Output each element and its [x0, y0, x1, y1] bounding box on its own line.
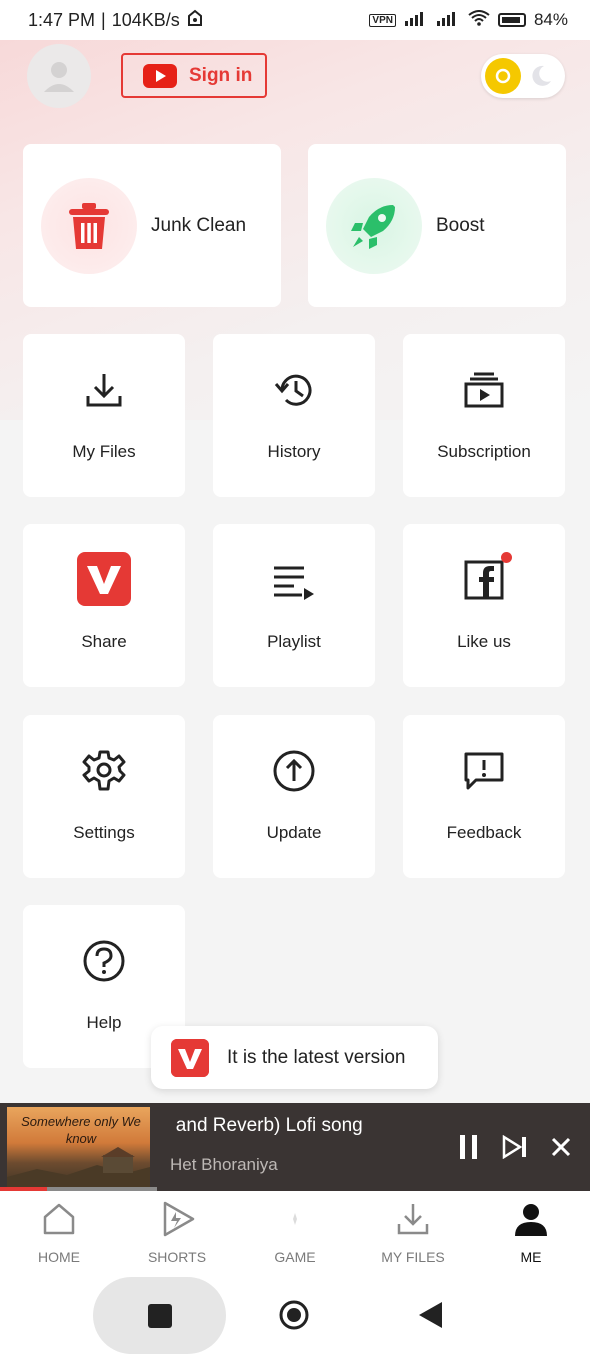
back-icon: [419, 1302, 442, 1328]
next-button[interactable]: [501, 1133, 529, 1161]
help-icon: [82, 939, 126, 983]
hotspot-icon: [186, 9, 204, 32]
close-button[interactable]: [547, 1133, 575, 1161]
nav-item-game[interactable]: GAME: [236, 1191, 354, 1273]
subscription-icon: [462, 368, 506, 412]
tile-history[interactable]: History: [213, 334, 375, 497]
rocket-icon: [351, 204, 395, 249]
feedback-icon: [462, 749, 506, 793]
player-title: and Reverb) Lofi song: [172, 1115, 363, 1136]
thumbnail-scenery: [7, 1147, 150, 1187]
youtube-icon: [143, 63, 177, 88]
signal-icon: [404, 10, 428, 31]
signal-icon: [436, 10, 460, 31]
avatar[interactable]: [27, 44, 91, 108]
recents-icon: [147, 1303, 172, 1328]
tile-label: Help: [86, 1013, 122, 1032]
nav-label: MY FILES: [381, 1249, 445, 1265]
tile-label: Share: [81, 632, 127, 651]
thumbnail-caption: Somewhere only We know: [21, 1114, 141, 1146]
vidmate-logo-icon: [77, 552, 131, 606]
tile-label: My Files: [72, 442, 136, 461]
update-arrow-icon: [272, 749, 316, 793]
recents-button[interactable]: [93, 1277, 226, 1354]
nav-item-shorts[interactable]: SHORTS: [118, 1191, 236, 1273]
nav-item-me[interactable]: ME: [472, 1191, 590, 1273]
tile-label: History: [267, 442, 321, 461]
home-icon: [41, 1201, 77, 1237]
theme-toggle[interactable]: [481, 54, 565, 98]
wifi-icon: [468, 9, 490, 31]
vpn-badge: VPN: [369, 13, 396, 27]
home-circle-icon: [279, 1300, 309, 1330]
home-button[interactable]: [278, 1299, 310, 1331]
toast: It is the latest version: [151, 1026, 438, 1089]
close-icon: [551, 1137, 571, 1157]
nav-label: GAME: [274, 1249, 316, 1265]
player-thumbnail[interactable]: Somewhere only We know: [7, 1107, 150, 1187]
tile-settings[interactable]: Settings: [23, 715, 185, 878]
tile-my-files[interactable]: My Files: [23, 334, 185, 497]
facebook-icon: [462, 552, 512, 602]
tile-feedback[interactable]: Feedback: [403, 715, 565, 878]
tile-label: Update: [266, 823, 322, 842]
player-artist: Het Bhoraniya: [170, 1155, 278, 1174]
notification-dot: [501, 552, 512, 563]
tile-label: Playlist: [267, 632, 321, 651]
playlist-icon: [272, 558, 316, 602]
download-icon: [395, 1201, 431, 1237]
status-bar: 1:47 PM | 104KB/s VPN 84%: [0, 0, 590, 40]
nav-item-my-files[interactable]: MY FILES: [354, 1191, 472, 1273]
shorts-icon: [159, 1201, 195, 1237]
junk-clean-card[interactable]: Junk Clean: [23, 144, 281, 307]
boost-card[interactable]: Boost: [308, 144, 566, 307]
moon-icon: [529, 64, 553, 88]
tile-subscription[interactable]: Subscription: [403, 334, 565, 497]
bottom-nav: HOME SHORTS GAME MY FILES ME: [0, 1191, 590, 1273]
toast-text: It is the latest version: [227, 1046, 406, 1068]
sign-in-button[interactable]: Sign in: [121, 53, 267, 98]
trash-icon: [69, 202, 109, 249]
junk-clean-label: Junk Clean: [151, 214, 247, 236]
boost-icon-circle: [326, 177, 422, 274]
junk-clean-icon-circle: [41, 177, 137, 274]
battery-percent: 84%: [533, 10, 568, 29]
next-icon: [502, 1135, 526, 1159]
sun-icon: [485, 58, 521, 94]
back-button[interactable]: [414, 1299, 446, 1331]
nav-label: ME: [520, 1249, 542, 1265]
status-left: 1:47 PM | 104KB/s: [28, 9, 204, 32]
game-icon: [277, 1201, 313, 1237]
vidmate-logo-icon: [171, 1038, 209, 1077]
person-icon: [44, 62, 74, 92]
tile-update[interactable]: Update: [213, 715, 375, 878]
boost-label: Boost: [436, 214, 485, 236]
nav-item-home[interactable]: HOME: [0, 1191, 118, 1273]
history-icon: [272, 368, 316, 412]
status-time: 1:47 PM: [28, 9, 96, 30]
nav-label: SHORTS: [147, 1249, 207, 1265]
tile-share[interactable]: Share: [23, 524, 185, 687]
tile-label: Like us: [457, 632, 511, 651]
download-icon: [82, 368, 126, 412]
tile-like-us[interactable]: Like us: [403, 524, 565, 687]
tile-label: Subscription: [437, 442, 531, 461]
sign-in-label: Sign in: [189, 64, 253, 86]
tile-playlist[interactable]: Playlist: [213, 524, 375, 687]
battery-icon: [497, 13, 526, 27]
pause-button[interactable]: [455, 1133, 483, 1161]
tile-label: Feedback: [446, 823, 522, 842]
pause-icon: [460, 1135, 477, 1159]
system-nav-bar: [0, 1273, 590, 1354]
tile-label: Settings: [73, 823, 135, 842]
status-right: VPN 84%: [369, 9, 568, 31]
gear-icon: [82, 749, 126, 793]
status-separator: |: [101, 9, 106, 30]
nav-label: HOME: [38, 1249, 80, 1265]
status-speed: 104KB/s: [111, 9, 180, 30]
person-icon: [513, 1201, 549, 1237]
